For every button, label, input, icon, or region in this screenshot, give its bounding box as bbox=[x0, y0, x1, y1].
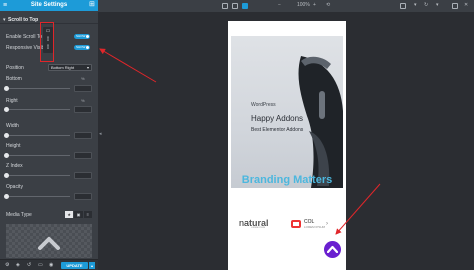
bike-image bbox=[298, 56, 343, 188]
width-input[interactable] bbox=[74, 132, 92, 139]
hero-subtitle: Best Elementor Addons bbox=[251, 127, 304, 133]
zoom-out-icon[interactable]: − bbox=[278, 2, 281, 8]
settings-icon[interactable]: ⚙ bbox=[5, 262, 9, 268]
bottom-slider[interactable] bbox=[4, 86, 70, 91]
zoom-in-icon[interactable]: + bbox=[313, 2, 316, 8]
media-image-preview[interactable] bbox=[6, 224, 92, 258]
width-row: Width bbox=[6, 122, 94, 130]
caret-down-icon: ▾ bbox=[3, 17, 6, 23]
editor-topbar: − 100% + ⟲ ▾ ↻ ▾ ✕ bbox=[98, 0, 474, 12]
opacity-input[interactable] bbox=[74, 193, 92, 200]
position-select[interactable]: Bottom Right bbox=[48, 64, 92, 71]
slider-handle[interactable] bbox=[4, 173, 9, 178]
history-icon[interactable]: ↺ bbox=[27, 262, 31, 268]
chevron-up-icon bbox=[327, 245, 338, 253]
reset-zoom-icon[interactable]: ⟲ bbox=[326, 2, 330, 8]
slider-handle[interactable] bbox=[4, 133, 9, 138]
height-slider[interactable] bbox=[4, 153, 70, 158]
zindex-input[interactable] bbox=[74, 172, 92, 179]
update-button[interactable]: UPDATE bbox=[61, 262, 88, 269]
hero-title: Happy Addons bbox=[251, 114, 304, 123]
zoom-level: 100% bbox=[297, 2, 310, 8]
right-slider[interactable] bbox=[4, 107, 70, 112]
hero-image: WordPress Happy Addons Best Elementor Ad… bbox=[231, 36, 343, 188]
annotation-arrow-panel bbox=[99, 48, 157, 83]
settings-panel: ≡ Site Settings ⊞ ▾ Scroll to Top Enable… bbox=[0, 0, 98, 270]
hero-kicker: WordPress bbox=[251, 102, 276, 108]
panel-title: Site Settings bbox=[30, 2, 68, 8]
media-icon-option[interactable]: ★ bbox=[65, 211, 74, 218]
responsive-visibility-toggle[interactable]: SHOW bbox=[74, 45, 90, 50]
height-label: Height bbox=[6, 143, 21, 149]
slider-handle[interactable] bbox=[4, 86, 9, 91]
enable-scroll-toggle[interactable]: SHOW bbox=[74, 34, 90, 39]
scroll-to-top-button[interactable] bbox=[324, 241, 341, 258]
collapse-panel-icon[interactable]: ◂ bbox=[99, 131, 102, 137]
height-row: Height bbox=[6, 142, 94, 150]
col-logo-mark bbox=[291, 220, 301, 228]
responsive-icon[interactable]: ▭ bbox=[38, 262, 43, 268]
panel-header: ≡ Site Settings ⊞ bbox=[0, 0, 98, 11]
slider-handle[interactable] bbox=[4, 194, 9, 199]
grid-icon[interactable]: ⊞ bbox=[89, 1, 95, 8]
media-type-switch: ★ ▣ ≡ bbox=[65, 211, 92, 218]
desktop-icon[interactable] bbox=[400, 3, 406, 9]
panel-footer: ⚙ ◈ ↺ ▭ ◉ UPDATE ▴ bbox=[0, 259, 98, 270]
zindex-label: Z Index bbox=[6, 163, 23, 169]
position-label: Position bbox=[6, 65, 24, 71]
chevron-up-icon bbox=[38, 237, 60, 250]
height-input[interactable] bbox=[74, 152, 92, 159]
right-label: Right bbox=[6, 98, 18, 104]
col-logo-tagline: LOREM IPSUM bbox=[304, 225, 326, 229]
media-image-option[interactable]: ▣ bbox=[74, 211, 83, 218]
mobile-icon[interactable] bbox=[242, 3, 248, 9]
natural-logo: natural LOREM IPSUM bbox=[239, 218, 269, 229]
mobile-preview: WordPress Happy Addons Best Elementor Ad… bbox=[228, 21, 346, 270]
slider-handle[interactable] bbox=[4, 107, 9, 112]
bottom-label: Bottom bbox=[6, 76, 22, 82]
chevron-down-icon[interactable]: ▾ bbox=[436, 2, 439, 8]
right-unit[interactable]: % bbox=[81, 98, 85, 103]
close-icon[interactable]: ✕ bbox=[464, 2, 468, 8]
refresh-icon[interactable]: ↻ bbox=[424, 2, 428, 8]
width-label: Width bbox=[6, 123, 19, 129]
editor-app: ≡ Site Settings ⊞ ▾ Scroll to Top Enable… bbox=[0, 0, 474, 270]
chevron-down-icon[interactable]: ▾ bbox=[414, 2, 417, 8]
layers-icon[interactable]: ◈ bbox=[16, 262, 20, 268]
expand-icon[interactable] bbox=[452, 3, 458, 9]
update-options-button[interactable]: ▴ bbox=[89, 262, 95, 269]
opacity-row: Opacity bbox=[6, 183, 94, 191]
desktop-icon[interactable] bbox=[222, 3, 228, 9]
tablet-icon[interactable] bbox=[232, 3, 238, 9]
bottom-input[interactable] bbox=[74, 85, 92, 92]
logo-tagline: LOREM IPSUM bbox=[251, 227, 266, 229]
slider-handle[interactable] bbox=[4, 153, 9, 158]
opacity-label: Opacity bbox=[6, 184, 23, 190]
section-heading: Branding Matters bbox=[241, 174, 333, 186]
media-text-option[interactable]: ≡ bbox=[83, 211, 92, 218]
bottom-unit[interactable]: % bbox=[81, 76, 85, 81]
zindex-slider[interactable] bbox=[4, 173, 70, 178]
carousel-next-icon[interactable]: › bbox=[326, 221, 328, 227]
logo-part-a: na bbox=[239, 218, 250, 228]
annotation-box bbox=[40, 22, 54, 62]
section-title: Scroll to Top bbox=[8, 17, 39, 23]
preview-icon[interactable]: ◉ bbox=[49, 262, 53, 268]
right-input[interactable] bbox=[74, 106, 92, 113]
zindex-row: Z Index bbox=[6, 162, 94, 170]
media-type-label: Media Type bbox=[6, 212, 32, 218]
opacity-slider[interactable] bbox=[4, 194, 70, 199]
width-slider[interactable] bbox=[4, 133, 70, 138]
